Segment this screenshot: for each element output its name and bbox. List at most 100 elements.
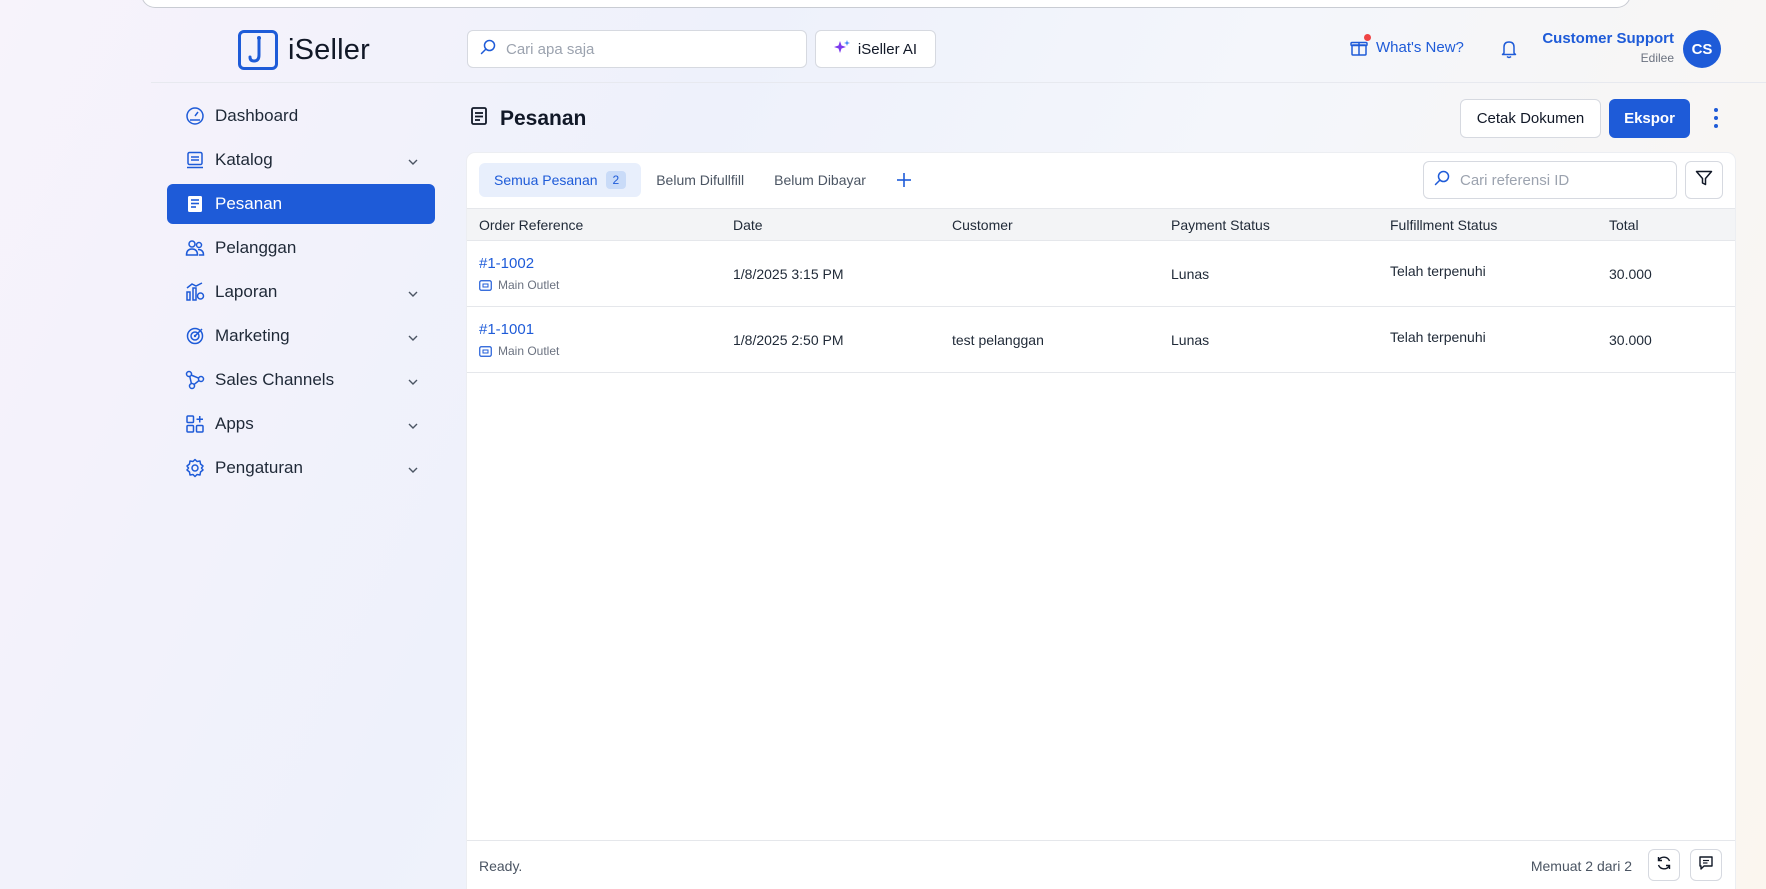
bell-icon[interactable] [1500,39,1518,64]
page-title-text: Pesanan [500,107,587,130]
order-date: 1/8/2025 3:15 PM [721,240,940,307]
dashboard-icon [185,106,205,126]
page-title: Pesanan [470,106,586,132]
order-total: 30.000 [1597,306,1735,373]
column-header[interactable]: Fulfillment Status [1378,208,1597,241]
tab-semua-pesanan[interactable]: Semua Pesanan 2 [479,163,642,197]
outlet-name: Main Outlet [498,278,560,292]
add-tab-icon[interactable] [887,163,921,197]
reference-search[interactable] [1423,161,1677,199]
order-date: 1/8/2025 2:50 PM [721,306,940,373]
sidebar-item-sales-channels[interactable]: Sales Channels [167,360,435,400]
orders-panel: Semua Pesanan 2 Belum Difullfill Belum D… [467,153,1735,889]
header-divider [151,82,1766,83]
sidebar-item-pesanan[interactable]: Pesanan [167,184,435,224]
fulfillment-status: Telah terpenuhi [1390,262,1486,279]
user-name: Customer Support [1542,30,1674,47]
order-reference-link[interactable]: #1-1001 [479,321,721,338]
store-icon [479,345,492,357]
apps-icon [185,414,205,434]
sidebar-item-label: Pelanggan [215,238,297,257]
column-header[interactable]: Total [1597,208,1735,241]
sidebar-item-katalog[interactable]: Katalog [167,140,435,180]
chevron-down-icon [407,417,419,437]
search-icon [1434,170,1450,191]
customers-icon [185,238,205,258]
tab-label: Belum Dibayar [774,172,866,188]
column-header[interactable]: Payment Status [1159,208,1378,241]
tab-count-badge: 2 [605,171,627,189]
sidebar-item-marketing[interactable]: Marketing [167,316,435,356]
table-row[interactable]: #1-1001 Main Outlet 1/8/2025 2:50 PM tes… [467,306,1735,373]
orders-icon [185,194,205,214]
order-customer [940,240,1159,307]
table-header-row: Order Reference Date Customer Payment St… [467,208,1735,241]
avatar[interactable]: CS [1683,30,1721,68]
payment-status: Lunas [1159,240,1378,307]
search-icon [480,39,496,60]
global-search[interactable] [467,30,807,68]
order-tabs: Semua Pesanan 2 Belum Difullfill Belum D… [479,163,921,197]
tab-label: Belum Difullfill [656,172,745,188]
column-header[interactable]: Order Reference [467,208,721,241]
table-footer: Ready. Memuat 2 dari 2 [467,840,1735,889]
marketing-icon [185,326,205,346]
chevron-down-icon [407,285,419,305]
refresh-icon [1656,855,1672,876]
refresh-button[interactable] [1648,849,1680,881]
reports-icon [185,282,205,302]
filter-icon [1695,169,1713,192]
tab-label: Semua Pesanan [494,172,598,188]
sidebar-item-label: Pengaturan [215,458,303,477]
whats-new-label: What's New? [1376,38,1464,56]
sidebar-item-laporan[interactable]: Laporan [167,272,435,312]
chevron-down-icon [407,461,419,481]
ai-button-label: iSeller AI [857,40,918,58]
chevron-down-icon [407,153,419,173]
app-logo[interactable]: iSeller [238,30,370,70]
column-header[interactable]: Date [721,208,940,241]
iseller-ai-button[interactable]: iSeller AI [815,30,936,68]
notification-dot [1364,34,1371,41]
order-reference-link[interactable]: #1-1002 [479,255,721,272]
reference-search-input[interactable] [1460,171,1676,189]
sidebar-item-label: Sales Channels [215,370,335,389]
catalog-icon [185,150,205,170]
tab-belum-difullfill[interactable]: Belum Difullfill [641,163,759,197]
orders-table: Order Reference Date Customer Payment St… [467,208,1735,373]
column-header[interactable]: Customer [940,208,1159,241]
sidebar-item-dashboard[interactable]: Dashboard [167,96,435,136]
user-info[interactable]: Customer Support Edilee [1542,30,1674,65]
whats-new-link[interactable]: What's New? [1350,34,1464,56]
more-options-icon[interactable] [1707,106,1725,130]
orders-icon [470,106,488,132]
message-icon [1698,855,1714,876]
sidebar-item-label: Laporan [215,282,278,301]
chevron-down-icon [407,373,419,393]
fulfillment-status: Telah terpenuhi [1390,328,1486,345]
sidebar-item-label: Apps [215,414,254,433]
print-document-button[interactable]: Cetak Dokumen [1460,99,1601,138]
sidebar-item-pengaturan[interactable]: Pengaturan [167,448,435,488]
table-row[interactable]: #1-1002 Main Outlet 1/8/2025 3:15 PM Lun… [467,240,1735,307]
sparkle-icon [833,39,850,59]
sidebar-item-pelanggan[interactable]: Pelanggan [167,228,435,268]
filter-button[interactable] [1685,161,1723,199]
sidebar-item-label: Pesanan [215,194,283,213]
sidebar-item-label: Marketing [215,326,290,345]
user-org: Edilee [1640,51,1674,65]
export-button[interactable]: Ekspor [1609,99,1690,138]
outlet-label: Main Outlet [479,344,721,358]
search-input[interactable] [506,40,806,58]
browser-frame [141,0,1631,8]
sidebar-item-label: Dashboard [215,106,299,125]
sidebar: Dashboard Katalog Pesanan Pelanggan Lapo… [167,96,435,492]
comments-button[interactable] [1690,849,1722,881]
outlet-name: Main Outlet [498,344,560,358]
payment-status: Lunas [1159,306,1378,373]
sales-channels-icon [185,370,205,390]
sidebar-item-apps[interactable]: Apps [167,404,435,444]
gift-icon [1350,34,1371,56]
order-customer: test pelanggan [940,306,1159,373]
tab-belum-dibayar[interactable]: Belum Dibayar [759,163,881,197]
